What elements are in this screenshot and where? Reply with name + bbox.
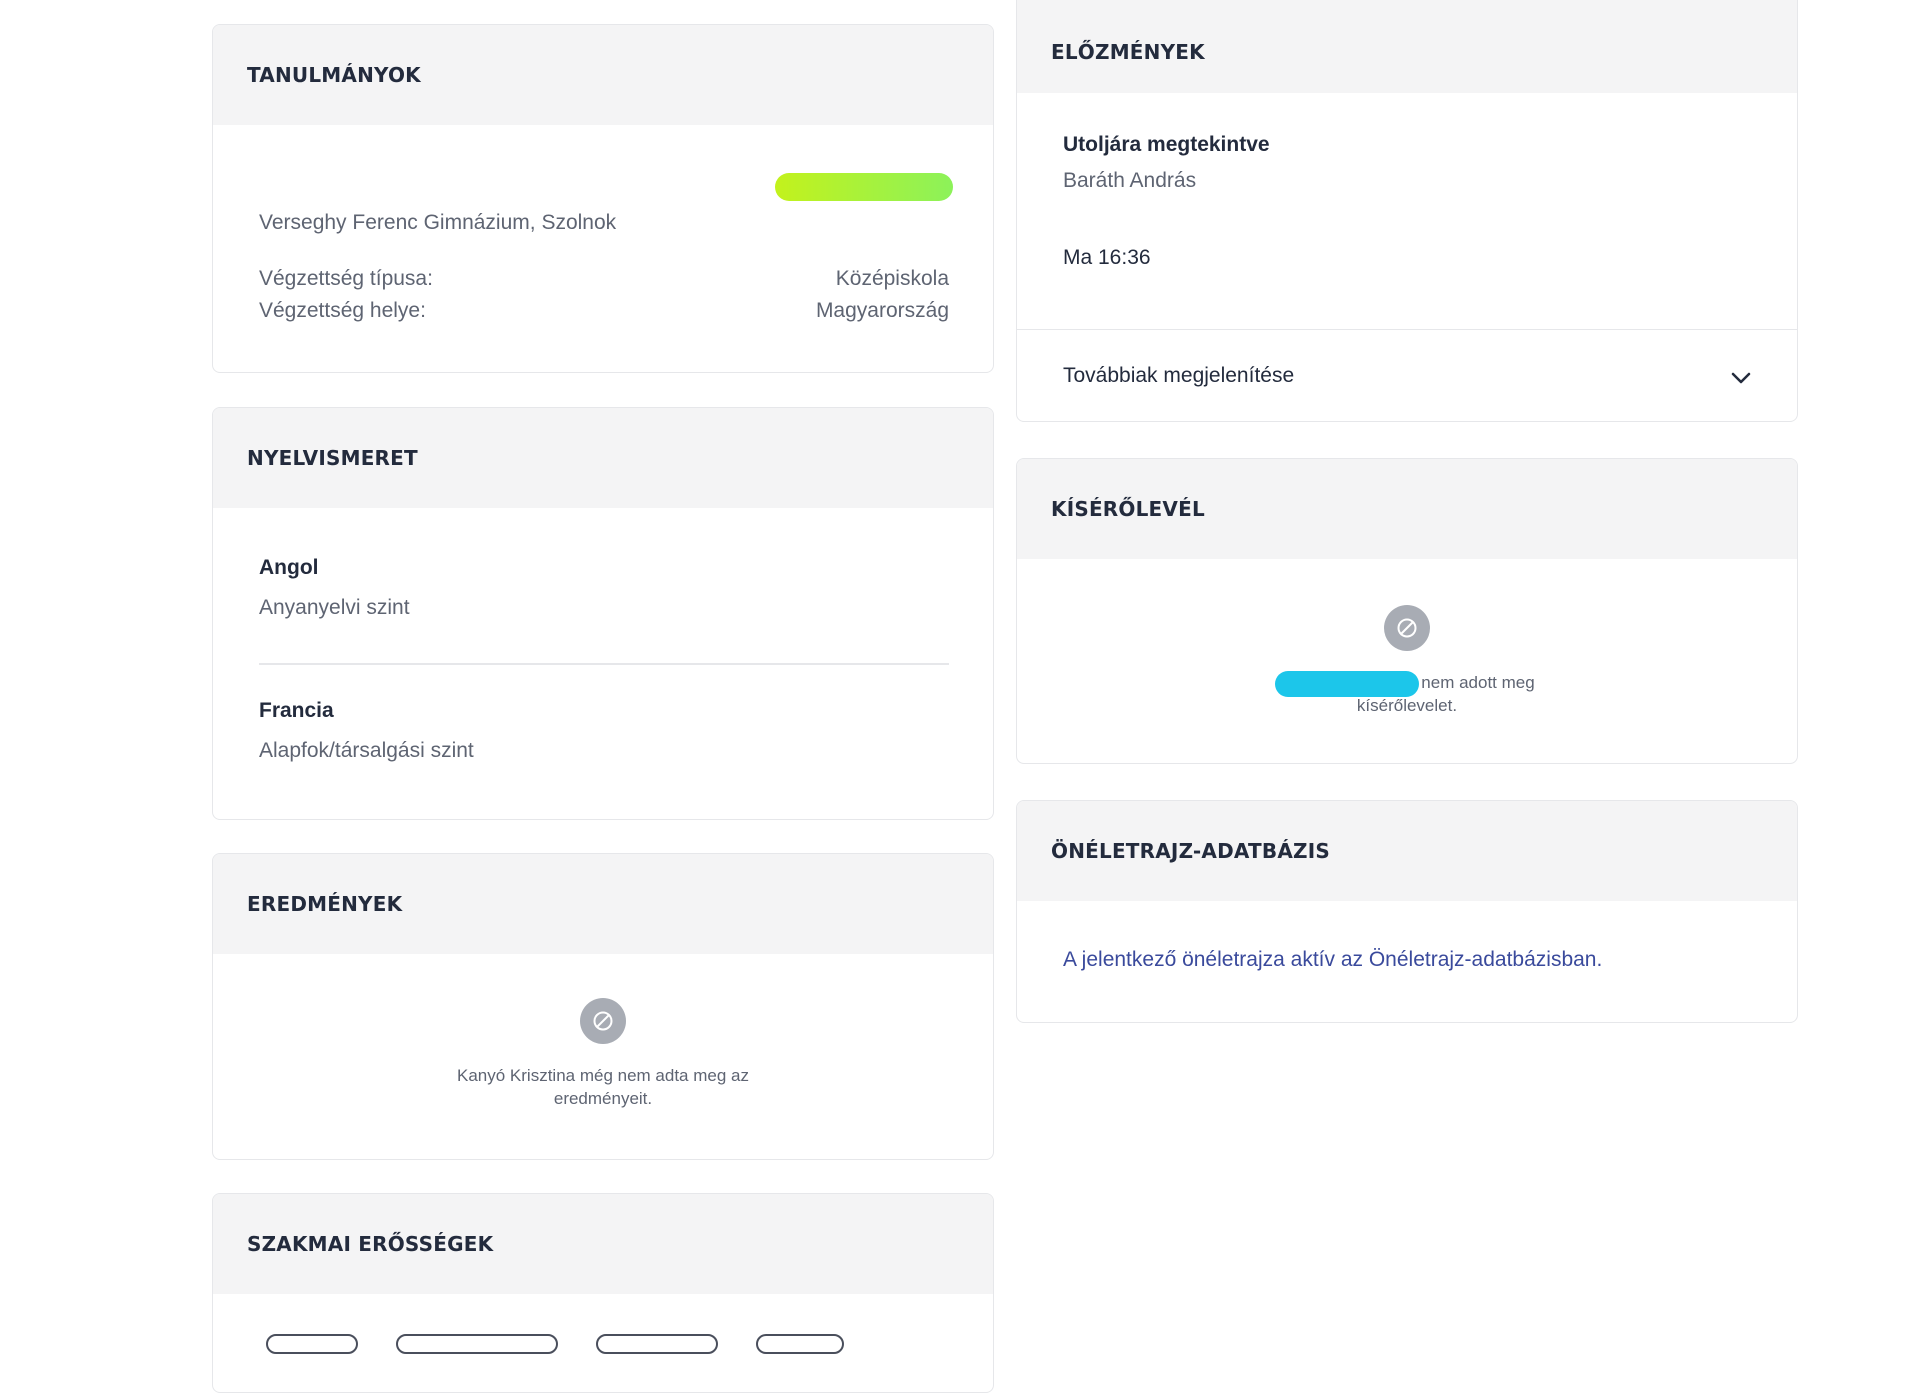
results-empty-line: Kanyó Krisztina még nem adta meg az bbox=[457, 1066, 749, 1085]
redacted-mark bbox=[1275, 671, 1419, 697]
cv-database-link[interactable]: A jelentkező önéletrajza aktív az Önélet… bbox=[1063, 948, 1602, 972]
strength-tag bbox=[266, 1334, 358, 1354]
history-card-header: ELŐZMÉNYEK bbox=[1017, 0, 1797, 93]
strength-tag bbox=[756, 1334, 844, 1354]
studies-row-label: Végzettség típusa: bbox=[259, 267, 433, 290]
results-empty-text: Kanyó Krisztina még nem adta meg az ered… bbox=[213, 1064, 993, 1110]
strengths-card-title: SZAKMAI ERŐSSÉGEK bbox=[247, 1232, 494, 1256]
cover-letter-card-title: KÍSÉRŐLEVÉL bbox=[1051, 497, 1205, 521]
studies-school: Verseghy Ferenc Gimnázium, Szolnok bbox=[259, 211, 617, 234]
languages-card: NYELVISMERET Angol Anyanyelvi szint Fran… bbox=[212, 407, 994, 820]
history-card-title: ELŐZMÉNYEK bbox=[1051, 40, 1205, 64]
strength-tag bbox=[596, 1334, 718, 1354]
results-card-title: EREDMÉNYEK bbox=[247, 892, 403, 916]
cv-database-card-title: ÖNÉLETRAJZ-ADATBÁZIS bbox=[1051, 839, 1330, 863]
studies-row-value: Középiskola bbox=[835, 267, 949, 290]
results-card: EREDMÉNYEK Kanyó Krisztina még nem adta … bbox=[212, 853, 994, 1160]
last-viewed-by: Baráth András bbox=[1063, 169, 1197, 192]
cv-database-card-header: ÖNÉLETRAJZ-ADATBÁZIS bbox=[1017, 801, 1797, 901]
ban-icon bbox=[1384, 605, 1430, 651]
studies-row: Végzettség típusa: Középiskola bbox=[259, 263, 949, 295]
cv-database-card: ÖNÉLETRAJZ-ADATBÁZIS A jelentkező önélet… bbox=[1016, 800, 1798, 1023]
strengths-card: SZAKMAI ERŐSSÉGEK bbox=[212, 1193, 994, 1393]
studies-row-label: Végzettség helye: bbox=[259, 299, 426, 322]
cover-letter-card-header: KÍSÉRŐLEVÉL bbox=[1017, 459, 1797, 559]
language-level: Alapfok/társalgási szint bbox=[259, 739, 474, 762]
chevron-down-icon bbox=[1729, 366, 1753, 395]
history-card: ELŐZMÉNYEK Utoljára megtekintve Baráth A… bbox=[1016, 0, 1798, 422]
cover-letter-card: KÍSÉRŐLEVÉL nem adott meg kísérőlevelet. bbox=[1016, 458, 1798, 764]
language-item: Angol Anyanyelvi szint bbox=[259, 556, 410, 620]
studies-card: TANULMÁNYOK Verseghy Ferenc Gimnázium, S… bbox=[212, 24, 994, 373]
languages-card-title: NYELVISMERET bbox=[247, 446, 418, 470]
results-card-header: EREDMÉNYEK bbox=[213, 854, 993, 954]
studies-row: Végzettség helye: Magyarország bbox=[259, 295, 949, 327]
language-divider bbox=[259, 663, 949, 665]
language-name: Angol bbox=[259, 556, 319, 579]
language-level: Anyanyelvi szint bbox=[259, 596, 410, 619]
strengths-card-header: SZAKMAI ERŐSSÉGEK bbox=[213, 1194, 993, 1294]
cover-letter-empty-line: kísérőlevelet. bbox=[1356, 696, 1458, 715]
redacted-mark bbox=[775, 173, 953, 201]
studies-card-header: TANULMÁNYOK bbox=[213, 25, 993, 125]
languages-card-header: NYELVISMERET bbox=[213, 408, 993, 508]
studies-card-title: TANULMÁNYOK bbox=[247, 63, 421, 87]
language-name: Francia bbox=[259, 699, 334, 722]
language-item: Francia Alapfok/társalgási szint bbox=[259, 699, 474, 763]
last-viewed-time: Ma 16:36 bbox=[1063, 246, 1151, 269]
studies-row-value: Magyarország bbox=[815, 299, 949, 322]
show-more-button[interactable]: Továbbiak megjelenítése bbox=[1017, 330, 1797, 421]
show-more-label: Továbbiak megjelenítése bbox=[1063, 364, 1295, 387]
ban-icon bbox=[580, 998, 626, 1044]
strength-tag bbox=[396, 1334, 558, 1354]
last-viewed-label: Utoljára megtekintve bbox=[1063, 133, 1270, 156]
results-empty-line: eredményeit. bbox=[553, 1089, 653, 1108]
